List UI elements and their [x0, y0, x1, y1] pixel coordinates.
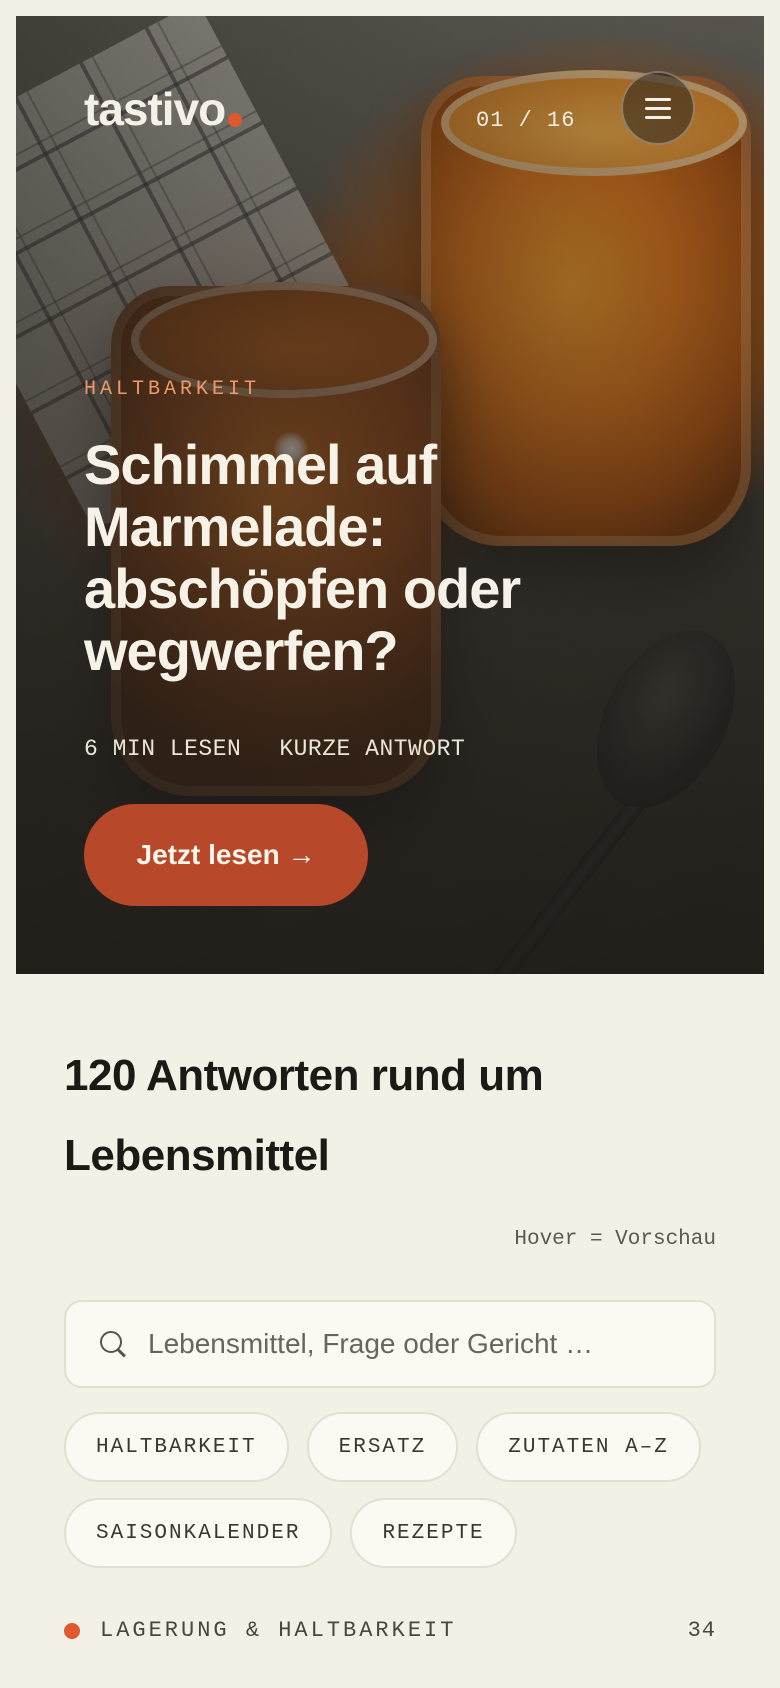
filter-chips: HALTBARKEIT ERSATZ ZUTATEN A–Z SAISONKAL… [64, 1412, 724, 1568]
brand-name: tastivo [84, 83, 226, 135]
chip-haltbarkeit[interactable]: HALTBARKEIT [64, 1412, 289, 1482]
menu-button[interactable] [621, 71, 695, 145]
hamburger-icon [645, 97, 671, 101]
slide-counter: 01 / 16 [476, 108, 576, 133]
category-label: LAGERUNG & HALTBARKEIT [100, 1618, 457, 1643]
bullet-dot-icon [64, 1622, 80, 1639]
hover-hint: Hover = Vorschau [514, 1228, 716, 1251]
hero-category: HALTBARKEIT [84, 378, 261, 401]
hamburger-icon [645, 115, 671, 119]
read-now-button[interactable]: Jetzt lesen → [84, 804, 368, 906]
chip-ersatz[interactable]: ERSATZ [306, 1412, 459, 1482]
hero-banner[interactable]: tastivo 01 / 16 HALTBARKEIT Schimmel auf… [16, 16, 764, 974]
section-title: 120 Antworten rund um Lebensmittel [64, 1051, 544, 1180]
chip-zutaten[interactable]: ZUTATEN A–Z [476, 1412, 701, 1482]
search-input[interactable] [148, 1328, 714, 1360]
brand-logo[interactable]: tastivo [84, 82, 243, 136]
answer-type: KURZE ANTWORT [279, 736, 466, 762]
search-bar[interactable] [64, 1300, 716, 1388]
chip-saisonkalender[interactable]: SAISONKALENDER [64, 1498, 333, 1568]
hero-meta: 6 MIN LESEN KURZE ANTWORT [84, 736, 465, 762]
hero-title: Schimmel auf Marmelade: abschöpfen oder … [84, 433, 521, 682]
chip-rezepte[interactable]: REZEPTE [350, 1498, 517, 1568]
category-row[interactable]: LAGERUNG & HALTBARKEIT 34 [64, 1618, 716, 1643]
brand-dot-icon [228, 113, 243, 127]
category-count: 34 [687, 1618, 716, 1643]
search-icon [98, 1329, 128, 1359]
reading-time: 6 MIN LESEN [84, 736, 242, 762]
hamburger-icon [645, 106, 671, 110]
